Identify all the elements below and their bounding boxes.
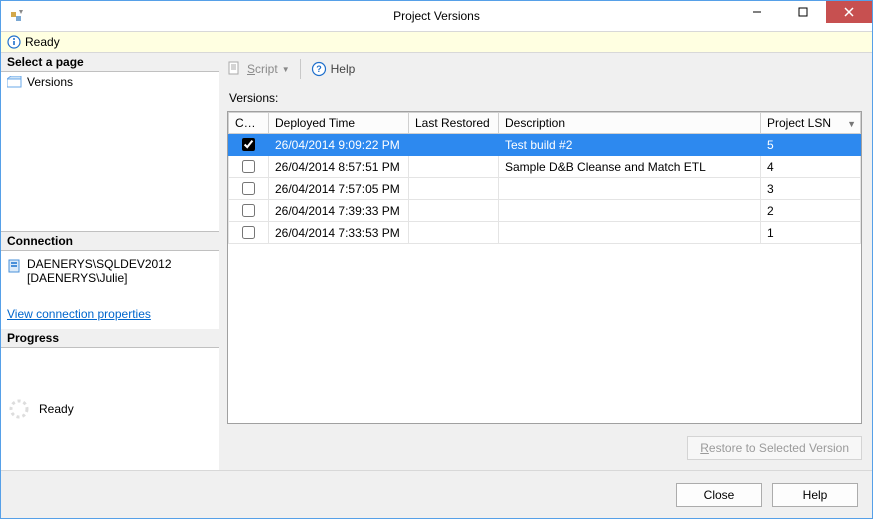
status-text: Ready [25, 35, 60, 49]
cell-description: Test build #2 [499, 134, 761, 156]
progress-text: Ready [39, 402, 74, 416]
cell-description [499, 200, 761, 222]
right-pane: Script ▼ ? Help Versions: [219, 53, 872, 470]
cell-lsn: 1 [761, 222, 861, 244]
left-pane: Select a page Versions Connection DAENER… [1, 53, 219, 470]
help-label: Help [331, 62, 356, 76]
col-description[interactable]: Description [499, 113, 761, 134]
cell-restored [409, 222, 499, 244]
current-checkbox[interactable] [242, 160, 255, 173]
cell-deployed: 26/04/2014 9:09:22 PM [269, 134, 409, 156]
cell-description [499, 222, 761, 244]
script-icon [227, 61, 243, 77]
page-item-icon [7, 76, 23, 88]
cell-restored [409, 178, 499, 200]
close-dialog-button[interactable]: Close [676, 483, 762, 507]
help-icon: ? [311, 61, 327, 77]
table-row[interactable]: 26/04/2014 7:57:05 PM 3 [229, 178, 861, 200]
current-checkbox[interactable] [242, 138, 255, 151]
dialog-project-versions: Project Versions Ready Select a page Ver… [0, 0, 873, 519]
table-row[interactable]: 26/04/2014 7:33:53 PM 1 [229, 222, 861, 244]
connection-user: [DAENERYS\Julie] [27, 271, 172, 285]
versions-label: Versions: [227, 91, 862, 105]
versions-grid: Curr... Deployed Time Last Restored Desc… [227, 111, 862, 424]
help-button[interactable]: ? Help [311, 61, 356, 77]
cell-lsn: 5 [761, 134, 861, 156]
table-row[interactable]: 26/04/2014 8:57:51 PM Sample D&B Cleanse … [229, 156, 861, 178]
col-restored[interactable]: Last Restored [409, 113, 499, 134]
select-page-label: Select a page [1, 53, 219, 72]
table-row[interactable]: 26/04/2014 9:09:22 PM Test build #25 [229, 134, 861, 156]
maximize-button[interactable] [780, 1, 826, 23]
cell-restored [409, 134, 499, 156]
current-checkbox[interactable] [242, 182, 255, 195]
connection-box: DAENERYS\SQLDEV2012 [DAENERYS\Julie] [1, 251, 219, 297]
cell-description [499, 178, 761, 200]
cell-deployed: 26/04/2014 8:57:51 PM [269, 156, 409, 178]
toolbar: Script ▼ ? Help [227, 57, 862, 85]
restore-button[interactable]: Restore to Selected Version [687, 436, 862, 460]
table-row[interactable]: 26/04/2014 7:39:33 PM 2 [229, 200, 861, 222]
app-icon [9, 8, 25, 24]
close-button[interactable] [826, 1, 872, 23]
cell-deployed: 26/04/2014 7:33:53 PM [269, 222, 409, 244]
titlebar[interactable]: Project Versions [1, 1, 872, 31]
page-item-label: Versions [27, 75, 73, 89]
progress-spinner-icon [7, 397, 31, 421]
connection-server: DAENERYS\SQLDEV2012 [27, 257, 172, 271]
view-connection-properties-link[interactable]: View connection properties [1, 297, 219, 329]
cell-lsn: 2 [761, 200, 861, 222]
progress-label: Progress [1, 329, 219, 348]
cell-restored [409, 200, 499, 222]
cell-deployed: 26/04/2014 7:39:33 PM [269, 200, 409, 222]
cell-restored [409, 156, 499, 178]
info-icon [7, 35, 21, 49]
cell-deployed: 26/04/2014 7:57:05 PM [269, 178, 409, 200]
toolbar-separator [300, 59, 301, 79]
status-bar: Ready [1, 31, 872, 53]
current-checkbox[interactable] [242, 226, 255, 239]
script-button[interactable]: Script ▼ [227, 61, 290, 77]
current-checkbox[interactable] [242, 204, 255, 217]
svg-text:?: ? [316, 64, 322, 74]
cell-lsn: 3 [761, 178, 861, 200]
col-current[interactable]: Curr... [229, 113, 269, 134]
script-label: Script [247, 62, 278, 76]
dropdown-icon: ▼ [282, 65, 290, 74]
help-dialog-button[interactable]: Help [772, 483, 858, 507]
grid-header-row: Curr... Deployed Time Last Restored Desc… [229, 113, 861, 134]
page-item-versions[interactable]: Versions [7, 74, 213, 90]
sort-desc-icon: ▼ [847, 119, 856, 129]
col-lsn[interactable]: Project LSN▼ [761, 113, 861, 134]
col-deployed[interactable]: Deployed Time [269, 113, 409, 134]
dialog-footer: Close Help [1, 470, 872, 518]
minimize-button[interactable] [734, 1, 780, 23]
cell-lsn: 4 [761, 156, 861, 178]
cell-description: Sample D&B Cleanse and Match ETL [499, 156, 761, 178]
connection-label: Connection [1, 232, 219, 251]
progress-box: Ready [1, 348, 219, 470]
page-list: Versions [1, 72, 219, 232]
server-icon [7, 258, 23, 274]
